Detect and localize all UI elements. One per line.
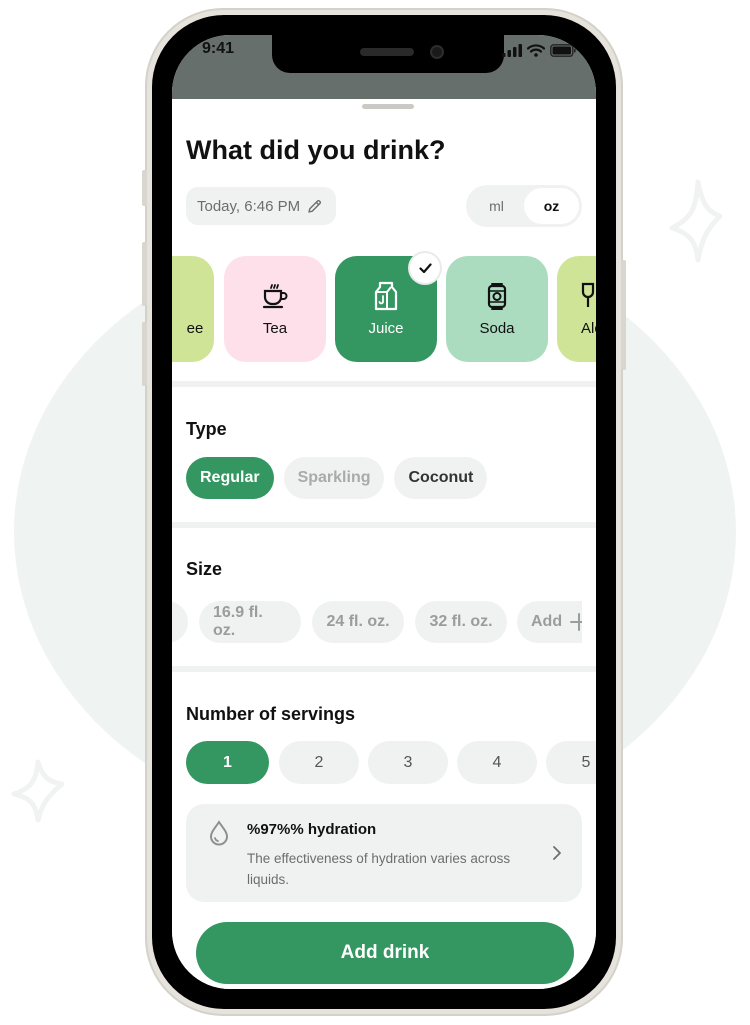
add-drink-button[interactable]: Add drink <box>196 922 574 984</box>
serving-option-1[interactable]: 1 <box>186 741 269 784</box>
signal-icon <box>502 44 522 57</box>
volume-down-button <box>142 322 147 386</box>
sparkle-icon <box>11 759 65 823</box>
drink-type-carousel[interactable]: ee Tea Juice Soda Al <box>172 253 596 364</box>
bottom-sheet: What did you drink? Today, 6:46 PM ml oz <box>172 99 596 989</box>
drink-card-alcohol[interactable]: Alc <box>557 256 596 362</box>
drink-card-juice[interactable]: Juice <box>335 253 440 362</box>
hydration-title: %97%% hydration <box>247 821 377 838</box>
wine-glass-icon <box>581 282 595 307</box>
juice-carton-icon <box>374 281 398 310</box>
type-options: Regular Sparkling Coconut <box>186 457 488 499</box>
volume-up-button <box>142 242 147 306</box>
tea-cup-icon <box>262 283 288 308</box>
serving-option-4[interactable]: 4 <box>457 741 537 784</box>
pencil-icon <box>308 199 322 213</box>
bezel: 9:41 What did you drink? Today, 6:46 PM … <box>152 15 616 1009</box>
hydration-info-card[interactable]: %97%% hydration The effectiveness of hyd… <box>186 804 582 902</box>
datetime-button[interactable]: Today, 6:46 PM <box>186 187 337 225</box>
drink-card-coffee[interactable]: ee <box>172 256 214 362</box>
page-title: What did you drink? <box>186 135 446 165</box>
drink-card-tea[interactable]: Tea <box>224 256 326 362</box>
sheet-drag-handle[interactable] <box>362 104 414 109</box>
unit-option-ml[interactable]: ml <box>469 188 524 224</box>
type-option-sparkling[interactable]: Sparkling <box>283 457 385 499</box>
size-option[interactable]: 16.9 fl. oz. <box>199 601 301 643</box>
datetime-label: Today, 6:46 PM <box>197 197 301 215</box>
drink-card-soda[interactable]: Soda <box>446 256 548 362</box>
type-section-label: Type <box>186 419 227 439</box>
section-divider <box>172 522 596 528</box>
servings-options[interactable]: 1 2 3 4 5 <box>186 741 596 785</box>
size-section-label: Size <box>186 559 223 579</box>
size-option-partial[interactable] <box>172 601 188 643</box>
drink-label: Alc <box>581 319 596 337</box>
size-option[interactable]: 32 fl. oz. <box>415 601 507 643</box>
add-size-label: Add <box>531 613 563 630</box>
size-options[interactable]: 16.9 fl. oz. 24 fl. oz. 32 fl. oz. Add <box>172 601 582 645</box>
unit-option-oz[interactable]: oz <box>524 188 579 224</box>
selected-check-badge <box>410 253 440 283</box>
status-icons <box>502 44 576 57</box>
status-time: 9:41 <box>202 40 235 57</box>
hydration-description: The effectiveness of hydration varies ac… <box>247 851 511 887</box>
water-drop-icon <box>209 820 229 846</box>
power-button <box>621 260 626 370</box>
battery-icon <box>550 44 576 57</box>
notch <box>272 35 504 73</box>
phone-frame: 9:41 What did you drink? Today, 6:46 PM … <box>142 8 626 1016</box>
plus-icon <box>570 613 582 631</box>
drink-label: Juice <box>368 319 404 337</box>
section-divider <box>172 381 596 387</box>
sparkle-icon <box>669 179 723 263</box>
serving-option-5[interactable]: 5 <box>546 741 596 784</box>
drink-label: ee <box>186 319 204 337</box>
type-option-regular[interactable]: Regular <box>186 457 274 499</box>
chevron-right-icon <box>553 846 561 860</box>
checkmark-icon <box>418 262 432 273</box>
serving-option-2[interactable]: 2 <box>279 741 359 784</box>
drink-label: Tea <box>262 319 288 337</box>
speaker <box>360 48 414 56</box>
add-size-button[interactable]: Add <box>517 601 582 643</box>
soda-can-icon <box>487 282 507 310</box>
serving-option-3[interactable]: 3 <box>368 741 448 784</box>
unit-toggle[interactable]: ml oz <box>466 185 582 227</box>
section-divider <box>172 666 596 672</box>
wifi-icon <box>527 44 545 57</box>
screen: 9:41 What did you drink? Today, 6:46 PM … <box>172 35 596 989</box>
type-option-coconut[interactable]: Coconut <box>394 457 488 499</box>
drink-label: Soda <box>479 319 515 337</box>
size-option[interactable]: 24 fl. oz. <box>312 601 404 643</box>
servings-section-label: Number of servings <box>186 704 356 724</box>
front-camera <box>430 45 444 59</box>
mute-switch <box>142 170 147 206</box>
